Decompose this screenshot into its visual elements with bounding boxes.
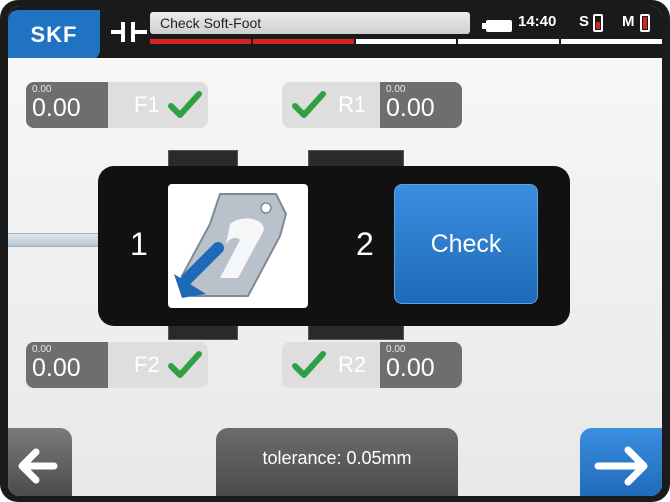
device-battery-icon	[482, 20, 512, 32]
shaft	[8, 233, 108, 247]
step-progress-bar	[150, 39, 662, 44]
foot-r1-label: R1	[338, 92, 367, 117]
progress-segment	[252, 39, 354, 44]
next-button[interactable]	[580, 428, 662, 496]
shim-button[interactable]	[168, 184, 308, 308]
step-2-number: 2	[356, 226, 374, 262]
tolerance-display: tolerance: 0.05mm	[216, 428, 458, 496]
page-title: Check Soft-Foot	[150, 12, 470, 34]
progress-segment	[458, 39, 560, 44]
shim-icon	[174, 193, 288, 298]
top-bar: SKF Check Soft-Foot 14:40 S M	[8, 6, 662, 60]
foot-mount-f2	[168, 324, 238, 340]
foot-f2-label: F2	[134, 352, 160, 377]
sensor-m-battery-icon	[640, 14, 650, 32]
back-button[interactable]	[8, 428, 72, 496]
foot-r2-value: 0.00	[386, 354, 435, 382]
foot-f1[interactable]: 0.00 0.00 F1	[26, 82, 208, 128]
coupling-icon	[111, 22, 147, 42]
check-icon	[168, 351, 202, 378]
foot-r2[interactable]: R2 0.00 0.00	[282, 342, 462, 388]
foot-r1-value: 0.00	[386, 94, 435, 122]
progress-segment	[561, 39, 662, 44]
foot-f1-value-box: 0.00 0.00	[26, 82, 108, 128]
skf-logo[interactable]: SKF	[8, 10, 100, 60]
progress-segment	[355, 39, 457, 44]
main-content: 0.00 0.00 F1 R1 0.00 0.00 1 2 Check 0.00…	[8, 58, 662, 496]
step-1-number: 1	[130, 226, 148, 262]
check-button[interactable]: Check	[394, 184, 538, 304]
foot-f1-label: F1	[134, 92, 160, 117]
foot-f2-value: 0.00	[32, 354, 81, 382]
foot-r2-label: R2	[338, 352, 367, 377]
foot-f2-value-box: 0.00 0.00	[26, 342, 108, 388]
machine-body: 1 2 Check	[98, 166, 570, 326]
sensor-s-battery-icon	[593, 14, 603, 32]
sensor-s-label: S	[579, 13, 590, 30]
foot-r1[interactable]: R1 0.00 0.00	[282, 82, 462, 128]
foot-f1-value: 0.00	[32, 94, 81, 122]
foot-f2[interactable]: 0.00 0.00 F2	[26, 342, 208, 388]
screen: SKF Check Soft-Foot 14:40 S M 0.00 0.00 …	[8, 6, 662, 496]
arrow-left-icon	[18, 448, 58, 484]
check-icon	[168, 91, 202, 118]
foot-mount-r2	[308, 324, 404, 340]
device-frame: SKF Check Soft-Foot 14:40 S M 0.00 0.00 …	[0, 0, 670, 502]
clock: 14:40	[518, 13, 557, 30]
arrow-right-icon	[594, 446, 648, 486]
foot-r2-value-box: 0.00 0.00	[380, 342, 462, 388]
foot-r1-value-box: 0.00 0.00	[380, 82, 462, 128]
progress-segment	[150, 39, 251, 44]
check-icon	[292, 351, 326, 378]
check-icon	[292, 91, 326, 118]
sensor-m-label: M	[622, 13, 635, 30]
